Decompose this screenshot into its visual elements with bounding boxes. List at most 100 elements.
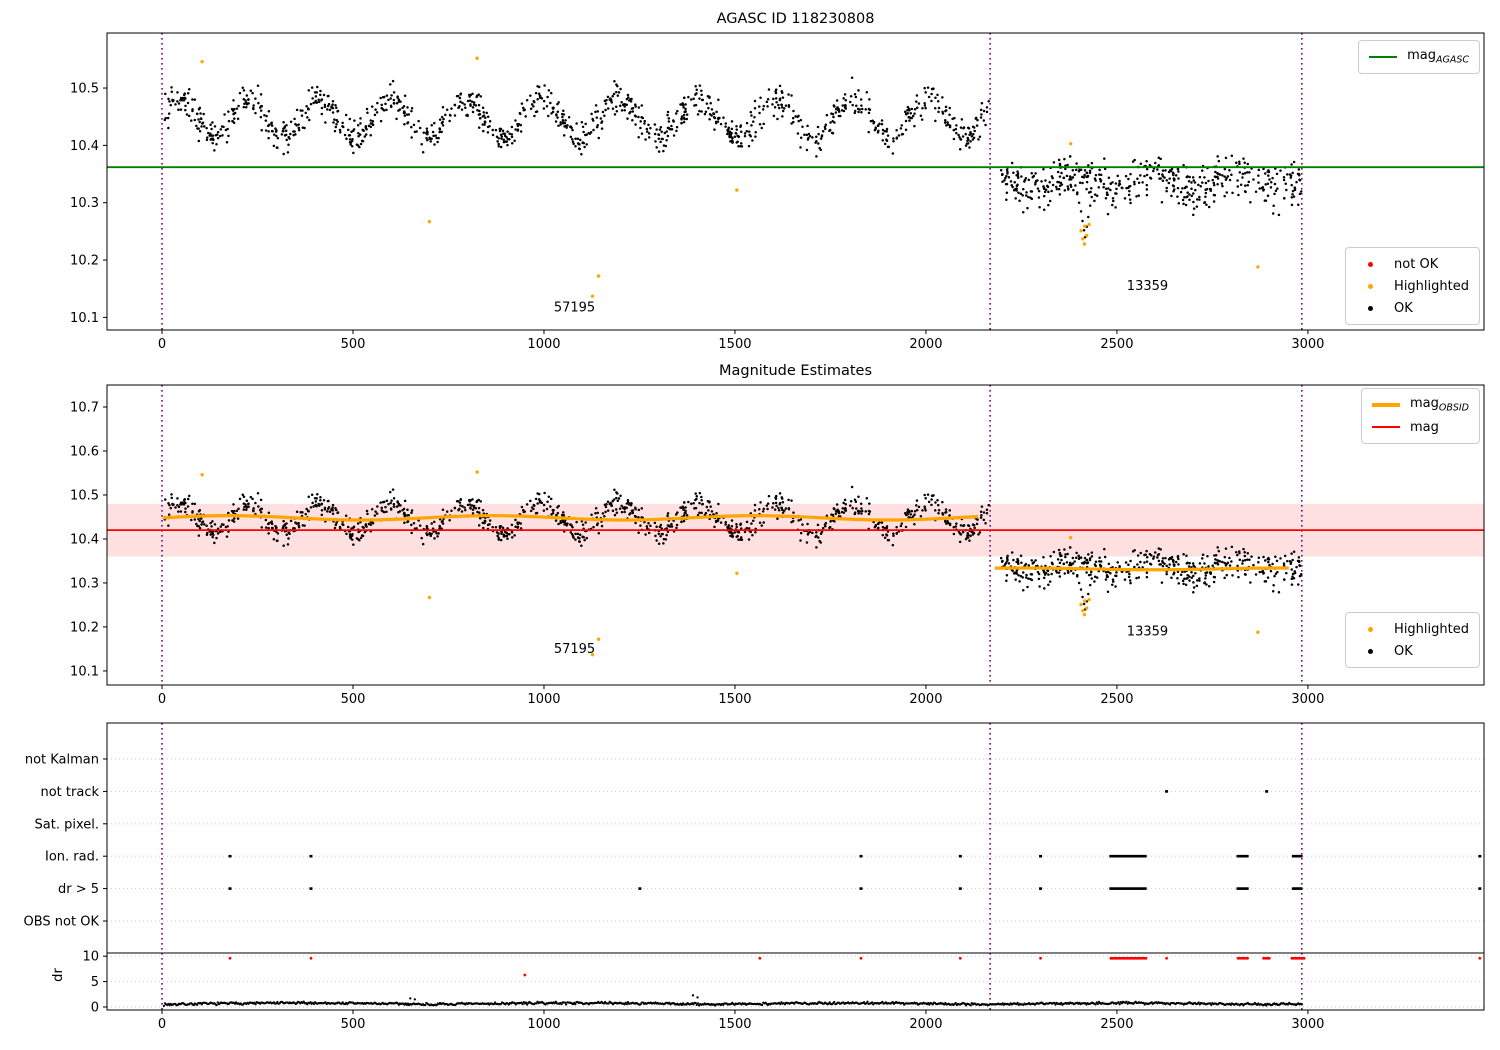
ok-point [714,120,718,124]
ok-point [1063,157,1066,161]
ok-point [1283,197,1286,200]
ok-point [867,509,871,513]
ok-point [510,133,514,136]
ok-point [700,495,703,499]
ok-point [722,116,725,119]
ok-point [450,509,453,513]
ok-point [1212,580,1216,584]
ok-point [1204,181,1208,185]
ok-point [1116,561,1119,564]
ok-point [1277,591,1281,594]
obsid-annotation: 57195 [554,301,595,316]
ok-point [214,133,218,137]
ok-point [615,109,619,113]
tick-label: 10.1 [70,311,99,326]
ok-point [1290,196,1294,199]
ok-point [778,501,782,505]
ok-point [609,97,612,100]
ok-point [1111,197,1115,200]
ok-point [1252,563,1255,567]
ok-point [1075,192,1079,196]
ok-point [1161,557,1165,560]
ok-point [1012,572,1016,575]
ok-point [1153,161,1157,165]
ok-point [445,510,449,513]
ok-point [1246,162,1250,166]
ok-point [872,120,876,124]
ok-point [197,139,201,143]
ok-point [205,524,208,527]
ok-point [1029,196,1032,199]
ok-point [904,513,908,517]
ok-point [197,534,201,537]
ok-point [475,499,479,503]
ok-point [256,491,260,495]
ok-point [406,508,409,512]
ok-point [1295,565,1298,569]
ok-point [747,538,751,541]
ok-point [1273,574,1276,578]
ok-point [577,540,581,543]
ok-point [982,518,986,522]
ok-point [196,112,199,116]
ok-point [777,506,780,510]
ok-point [864,108,867,111]
ok-point [734,132,738,135]
ok-point [660,130,663,134]
ok-point [666,514,669,517]
ok-point [1192,207,1196,210]
flag-event-point [958,854,962,858]
ok-point [561,119,565,122]
ok-point [628,513,631,516]
ok-point [179,501,183,504]
ok-point [356,522,360,525]
ok-point [1006,172,1009,175]
ok-point [1098,556,1101,560]
ok-point [1228,168,1231,172]
ok-point [948,509,951,512]
ok-point [334,523,338,527]
ok-point [471,508,475,512]
ok-point [717,98,720,102]
ok-point [767,494,771,498]
ok-point [787,498,790,502]
ok-point [1024,562,1028,566]
ok-point [1239,183,1243,186]
ok-point [1051,562,1054,566]
ok-point [751,519,755,522]
ok-point [859,502,863,506]
ok-point [259,109,263,112]
ok-point [857,495,860,498]
flag-event-point [228,854,232,858]
ok-point [999,556,1003,560]
ok-point [1043,573,1047,576]
ok-point [606,500,610,503]
ok-point [1212,193,1216,197]
ok-point [1297,559,1301,563]
ok-point [193,98,197,101]
ok-point [381,500,385,504]
ok-point [655,539,658,542]
ok-point [406,122,409,125]
ok-point [577,147,581,150]
ok-point [542,503,546,507]
ok-point [1241,562,1244,565]
ok-point [880,119,884,122]
ok-point [1286,559,1289,563]
ok-point [500,137,503,140]
ok-point [505,531,508,534]
ok-point [297,128,301,132]
ok-point [369,134,372,137]
dr-outlier-point [1144,956,1148,960]
figure: AGASC ID 118230808 Magnitude Estimates 5… [0,0,1500,1050]
ok-point [1034,559,1037,562]
ok-point [762,104,766,108]
ok-point [657,133,661,137]
dr-trace-point [162,1004,166,1007]
ok-point [191,109,194,113]
ok-point [1099,180,1103,183]
legend-label: OK [1394,300,1413,316]
ok-point [1005,561,1008,564]
ok-point [1078,181,1082,185]
ok-point [960,118,964,121]
